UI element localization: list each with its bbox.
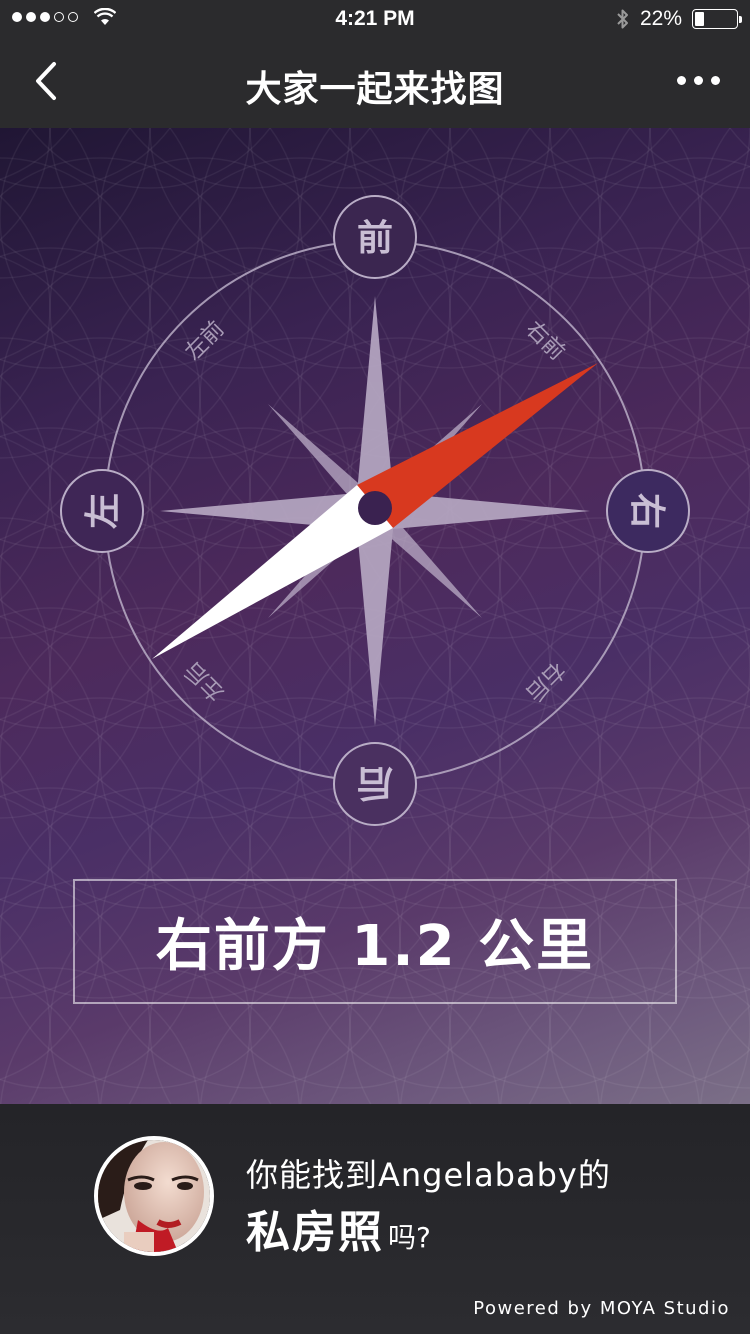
status-right: 22% <box>616 7 742 31</box>
needle-pivot <box>358 491 392 525</box>
compass-back-text: 后 <box>357 762 393 803</box>
compass-left-text: 左 <box>83 493 124 529</box>
compass: 前 后 左 右 左前 右前 左后 右后 <box>60 195 690 826</box>
battery-percent: 22% <box>639 7 682 30</box>
compass-back-right-text: 右后 <box>521 657 570 706</box>
more-dots-icon <box>677 76 686 85</box>
distance-box: 右前方 1.2 公里 <box>73 879 677 1004</box>
avatar[interactable] <box>94 1136 214 1256</box>
promo-line2: 私房照 吗? <box>246 1196 431 1260</box>
compass-front-text: 前 <box>357 218 393 259</box>
promo-line1: 你能找到Angelababy的 <box>246 1156 611 1194</box>
page-title: 大家一起来找图 <box>245 69 505 110</box>
distance-text: 右前方 1.2 公里 <box>155 914 595 979</box>
battery-icon <box>692 9 742 29</box>
compass-right-text: 右 <box>626 493 667 529</box>
compass-label-left: 左 <box>60 469 144 553</box>
bluetooth-icon <box>617 9 628 29</box>
compass-back-left-text: 左后 <box>181 657 230 706</box>
more-button[interactable] <box>677 76 720 85</box>
avatar-portrait <box>98 1140 210 1252</box>
more-dots-icon <box>711 76 720 85</box>
main-area: 前 后 左 右 左前 右前 左后 右后 右前方 1.2 公里 <box>0 128 750 1104</box>
powered-by-text: Powered by MOYA Studio <box>473 1298 730 1319</box>
compass-front-left-text: 左前 <box>181 317 230 366</box>
battery-fill <box>695 12 704 26</box>
compass-front-right-text: 右前 <box>521 317 570 366</box>
promo-tail-text: 吗? <box>388 1221 431 1254</box>
more-dots-icon <box>694 76 703 85</box>
promo-strong-text: 私房照 <box>246 1207 384 1258</box>
compass-label-back: 后 <box>333 742 417 826</box>
status-bar: 4:21 PM 22% <box>0 0 750 40</box>
nav-bar: 大家一起来找图 <box>0 40 750 128</box>
compass-label-front: 前 <box>333 195 417 279</box>
compass-label-right: 右 <box>606 469 690 553</box>
promo-bar[interactable]: 你能找到Angelababy的 私房照 吗? Powered by MOYA S… <box>0 1104 750 1334</box>
